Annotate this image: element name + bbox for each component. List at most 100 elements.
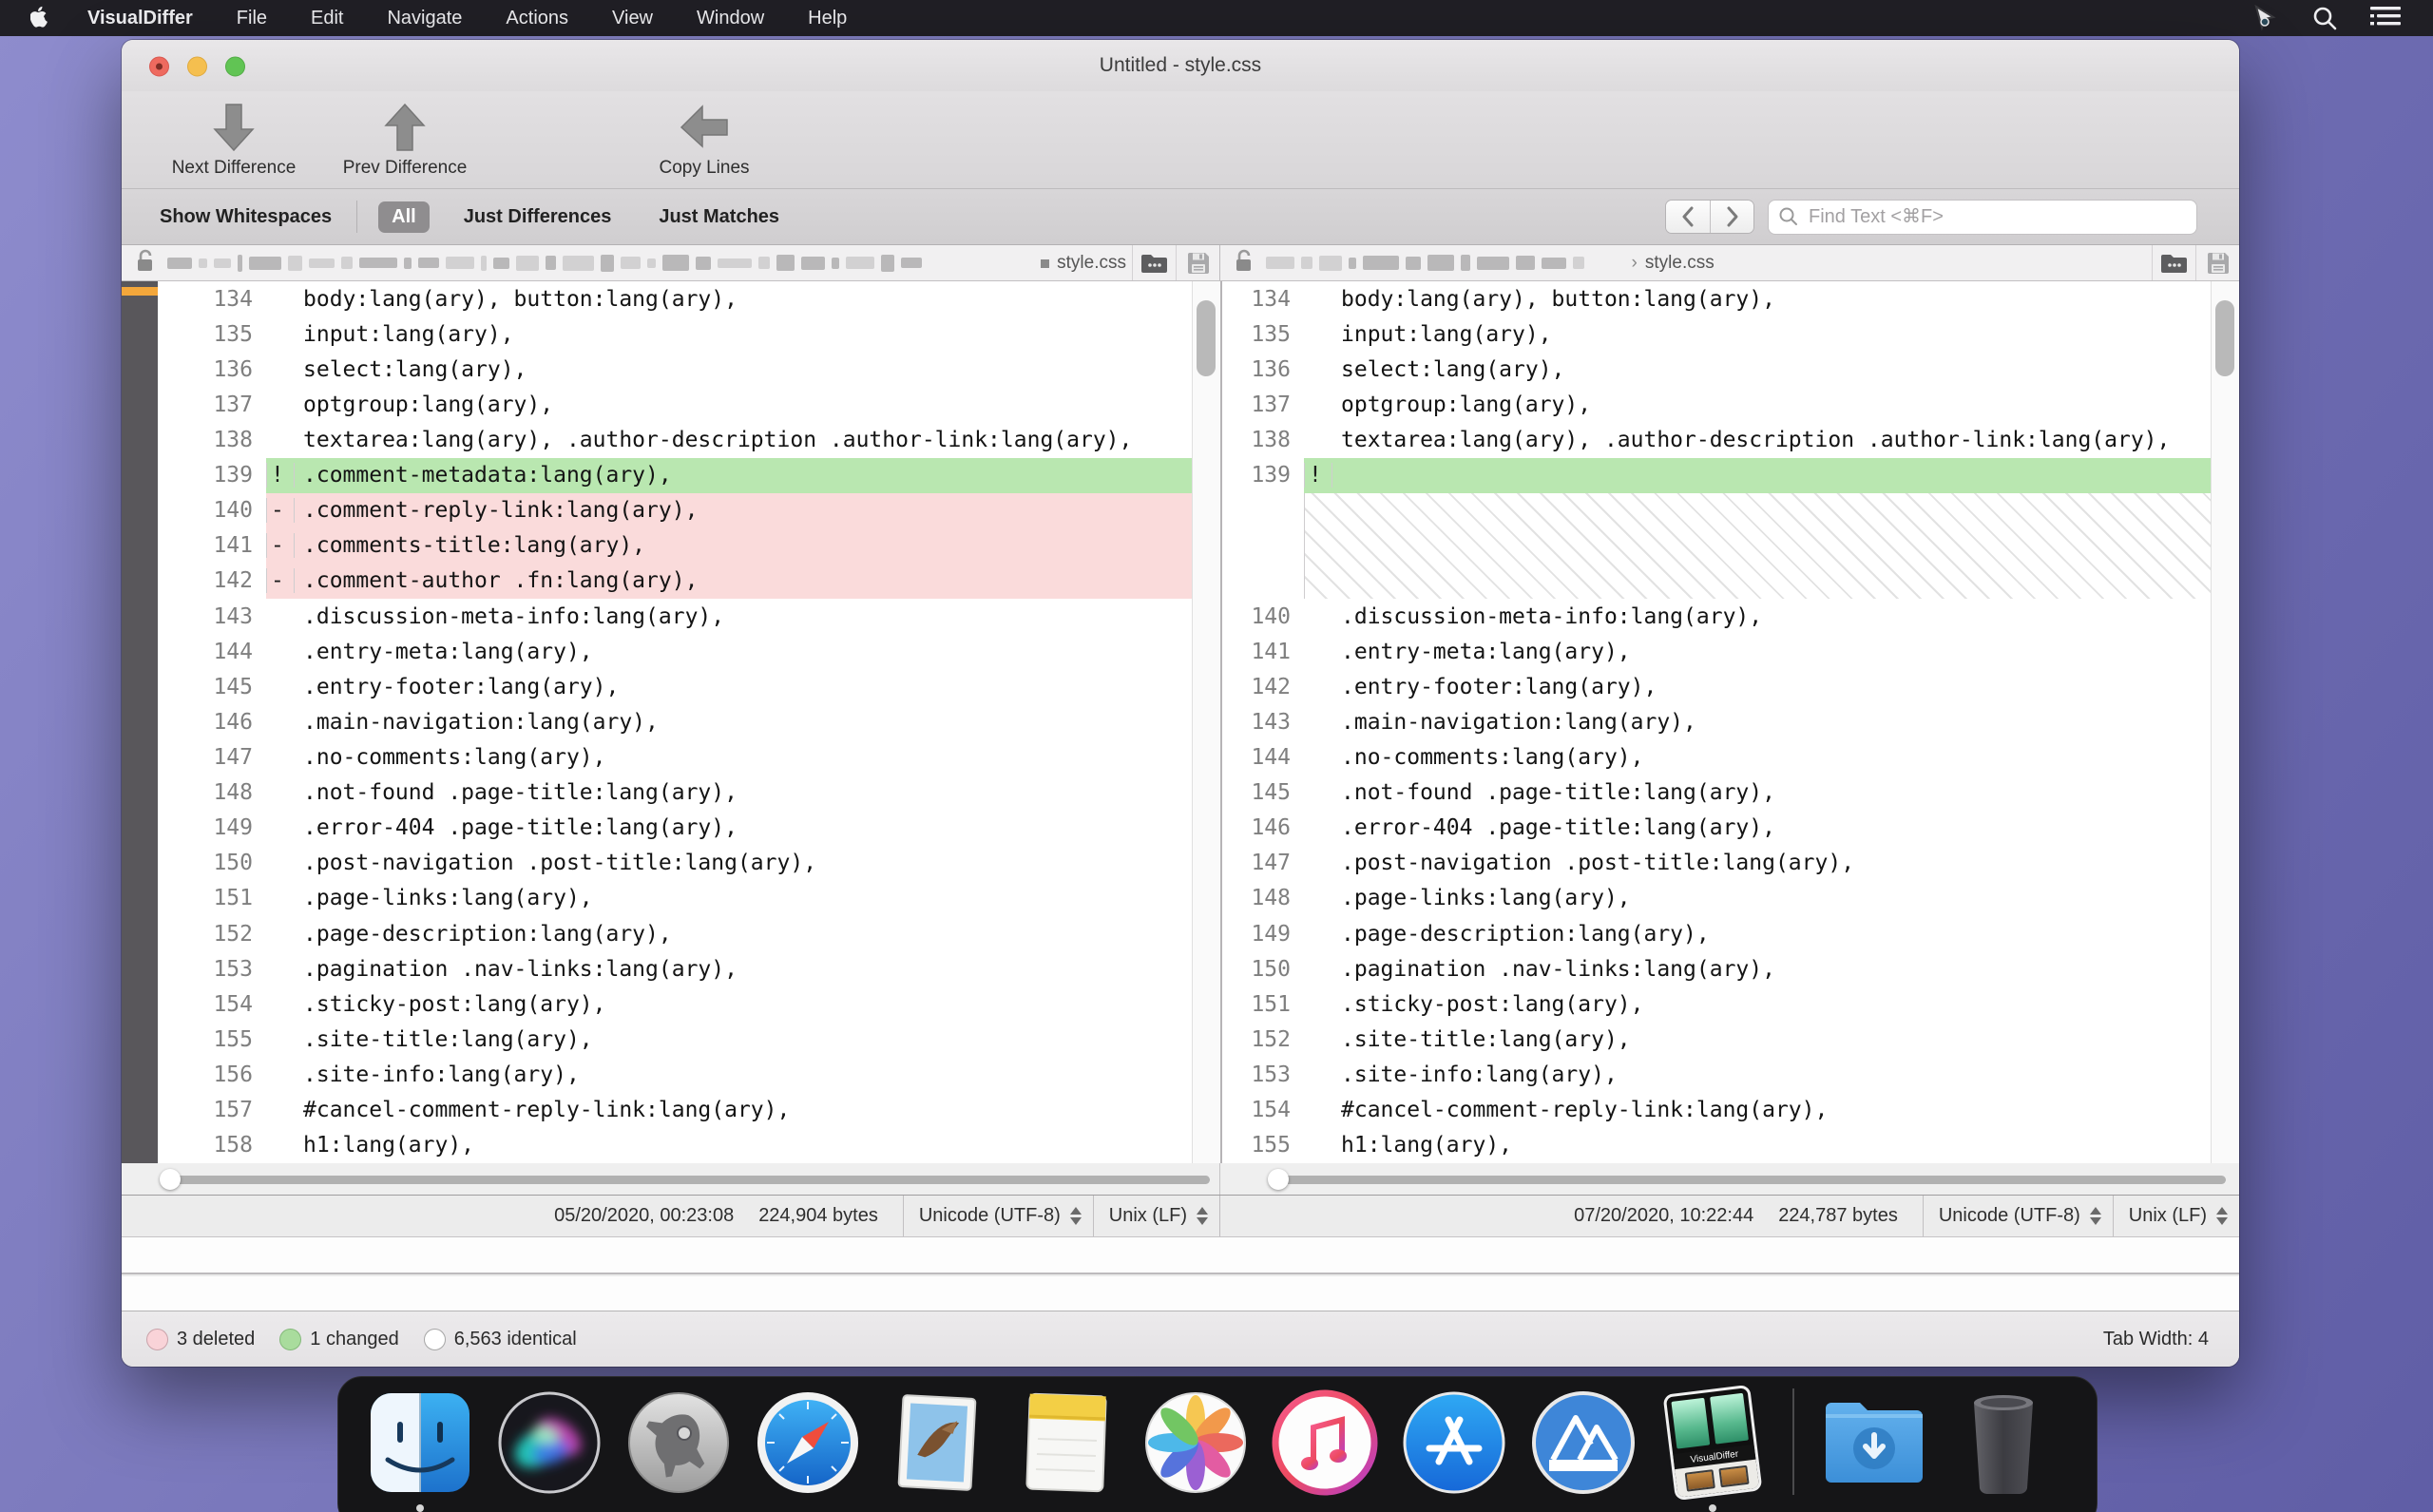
- scrollbar-thumb[interactable]: [2215, 300, 2234, 376]
- dock-app-store-icon[interactable]: [1398, 1387, 1510, 1499]
- dock-visualdiffer-icon[interactable]: VisualDiffer: [1657, 1387, 1769, 1499]
- diff-line-136: 136select:lang(ary),: [1222, 352, 2239, 387]
- code-text: textarea:lang(ary), .author-description …: [295, 428, 1220, 452]
- scrollbar-thumb[interactable]: [1197, 300, 1216, 376]
- code-text: .sticky-post:lang(ary),: [295, 992, 1220, 1017]
- right-line-ending-select[interactable]: Unix (LF): [2113, 1196, 2239, 1236]
- line-content: .sticky-post:lang(ary),: [266, 986, 1220, 1022]
- dock-itunes-icon[interactable]: [1269, 1387, 1381, 1499]
- redacted-segment: [249, 257, 281, 270]
- scrollbar-track[interactable]: [1279, 1176, 2226, 1184]
- title-bar[interactable]: Untitled - style.css: [122, 40, 2239, 91]
- code-text: .page-links:lang(ary),: [1332, 886, 2239, 910]
- find-text-field: [1768, 200, 2197, 235]
- code-text: .error-404 .page-title:lang(ary),: [295, 815, 1220, 840]
- code-text: input:lang(ary),: [1332, 322, 2239, 347]
- diff-line-137: 137optgroup:lang(ary),: [158, 387, 1220, 422]
- dock-finder-icon[interactable]: [364, 1387, 476, 1499]
- menu-item-visualdiffer[interactable]: VisualDiffer: [87, 8, 193, 29]
- code-text: .site-title:lang(ary),: [1332, 1027, 2239, 1052]
- right-vertical-scrollbar[interactable]: [2211, 281, 2239, 1163]
- diff-overview-map[interactable]: [122, 281, 158, 1196]
- dock-photos-icon[interactable]: [1140, 1387, 1252, 1499]
- notification-list-icon[interactable]: [2370, 6, 2401, 30]
- right-encoding-select[interactable]: Unicode (UTF-8): [1923, 1196, 2113, 1236]
- code-text: .post-navigation .post-title:lang(ary),: [295, 851, 1220, 875]
- menu-item-window[interactable]: Window: [697, 8, 764, 29]
- line-number: 146: [1222, 811, 1304, 846]
- left-horizontal-scrollbar[interactable]: [122, 1163, 1220, 1195]
- line-content: body:lang(ary), button:lang(ary),: [266, 281, 1220, 316]
- segment-all[interactable]: All: [378, 201, 430, 233]
- right-horizontal-scrollbar[interactable]: [1220, 1163, 2239, 1195]
- diff-marker: -: [266, 533, 295, 558]
- diff-line-152: 152.site-title:lang(ary),: [1222, 1022, 2239, 1057]
- show-whitespaces-label[interactable]: Show Whitespaces: [160, 206, 332, 228]
- line-content: textarea:lang(ary), .author-description …: [1304, 422, 2239, 457]
- dock-trash-icon[interactable]: [1947, 1387, 2059, 1499]
- diff-line-139: 139!.comment-metadata:lang(ary),: [158, 458, 1220, 493]
- dock-safari-icon[interactable]: [752, 1387, 864, 1499]
- arrow-left-icon: [678, 101, 731, 154]
- find-prev-button[interactable]: [1666, 201, 1710, 233]
- dock-mountain-app-icon[interactable]: [1527, 1387, 1639, 1499]
- diff-line-135: 135input:lang(ary),: [158, 316, 1220, 352]
- apple-menu-icon[interactable]: [30, 6, 51, 30]
- code-text: .discussion-meta-info:lang(ary),: [295, 604, 1220, 629]
- menu-item-view[interactable]: View: [612, 8, 653, 29]
- segment-just-differences[interactable]: Just Differences: [450, 201, 625, 233]
- diff-line-154: 154.sticky-post:lang(ary),: [158, 986, 1220, 1022]
- line-content: .discussion-meta-info:lang(ary),: [266, 599, 1220, 634]
- diff-line-152: 152.page-description:lang(ary),: [158, 916, 1220, 951]
- line-number: 134: [158, 281, 266, 316]
- diff-line-157: 157#cancel-comment-reply-link:lang(ary),: [158, 1093, 1220, 1128]
- code-text: .comments-title:lang(ary),: [295, 533, 1220, 558]
- dock-notes-icon[interactable]: [1010, 1387, 1122, 1499]
- lock-icon[interactable]: [1234, 248, 1255, 278]
- dock-launchpad-icon[interactable]: [623, 1387, 735, 1499]
- toolbar-next-difference-button[interactable]: Next Difference: [148, 101, 319, 179]
- code-text: .comment-metadata:lang(ary),: [295, 463, 1220, 488]
- redacted-segment: [1477, 257, 1509, 270]
- code-text: body:lang(ary), button:lang(ary),: [295, 287, 1220, 312]
- menu-item-navigate[interactable]: Navigate: [387, 8, 462, 29]
- scrollbar-knob[interactable]: [1268, 1169, 1289, 1190]
- redacted-segment: [758, 257, 770, 269]
- segment-just-matches[interactable]: Just Matches: [645, 201, 793, 233]
- redacted-segment: [418, 258, 439, 268]
- scrollbar-knob[interactable]: [160, 1169, 181, 1190]
- find-next-button[interactable]: [1710, 201, 1753, 233]
- pointer-tool-icon[interactable]: [2251, 4, 2279, 32]
- identical-legend: 6,563 identical: [424, 1329, 577, 1350]
- view-segments: All Just Differences Just Matches: [378, 201, 814, 233]
- redacted-segment: [776, 255, 795, 271]
- lock-icon[interactable]: [135, 248, 156, 278]
- spotlight-search-icon[interactable]: [2311, 5, 2338, 31]
- code-text: .comment-author .fn:lang(ary),: [295, 568, 1220, 593]
- menu-item-actions[interactable]: Actions: [506, 8, 568, 29]
- save-button[interactable]: [2195, 245, 2239, 280]
- reveal-folder-button[interactable]: [1132, 245, 1176, 280]
- diff-marker: !: [266, 463, 295, 488]
- menu-item-help[interactable]: Help: [808, 8, 847, 29]
- menu-item-file[interactable]: File: [237, 8, 267, 29]
- search-input[interactable]: [1807, 205, 2187, 229]
- left-vertical-scrollbar[interactable]: [1192, 281, 1220, 1163]
- line-number: 157: [158, 1093, 266, 1128]
- dock-downloads-icon[interactable]: [1818, 1387, 1930, 1499]
- menu-item-edit[interactable]: Edit: [311, 8, 343, 29]
- reveal-folder-button[interactable]: [2152, 245, 2195, 280]
- right-modified-date: 07/20/2020, 10:22:44: [1574, 1205, 1753, 1227]
- scrollbar-track[interactable]: [171, 1176, 1210, 1184]
- toolbar-prev-difference-button[interactable]: Prev Difference: [319, 101, 490, 179]
- left-line-ending-select[interactable]: Unix (LF): [1093, 1196, 1219, 1236]
- toolbar-copy-lines-button[interactable]: Copy Lines: [633, 101, 776, 179]
- dock-siri-icon[interactable]: [493, 1387, 605, 1499]
- toolbar-label: Next Difference: [172, 158, 297, 179]
- redacted-segment: [1349, 258, 1356, 269]
- left-encoding-select[interactable]: Unicode (UTF-8): [903, 1196, 1093, 1236]
- save-button[interactable]: [1176, 245, 1219, 280]
- collapsed-gap-row: [1222, 493, 2239, 599]
- line-content: .sticky-post:lang(ary),: [1304, 986, 2239, 1022]
- dock-mail-icon[interactable]: [881, 1387, 993, 1499]
